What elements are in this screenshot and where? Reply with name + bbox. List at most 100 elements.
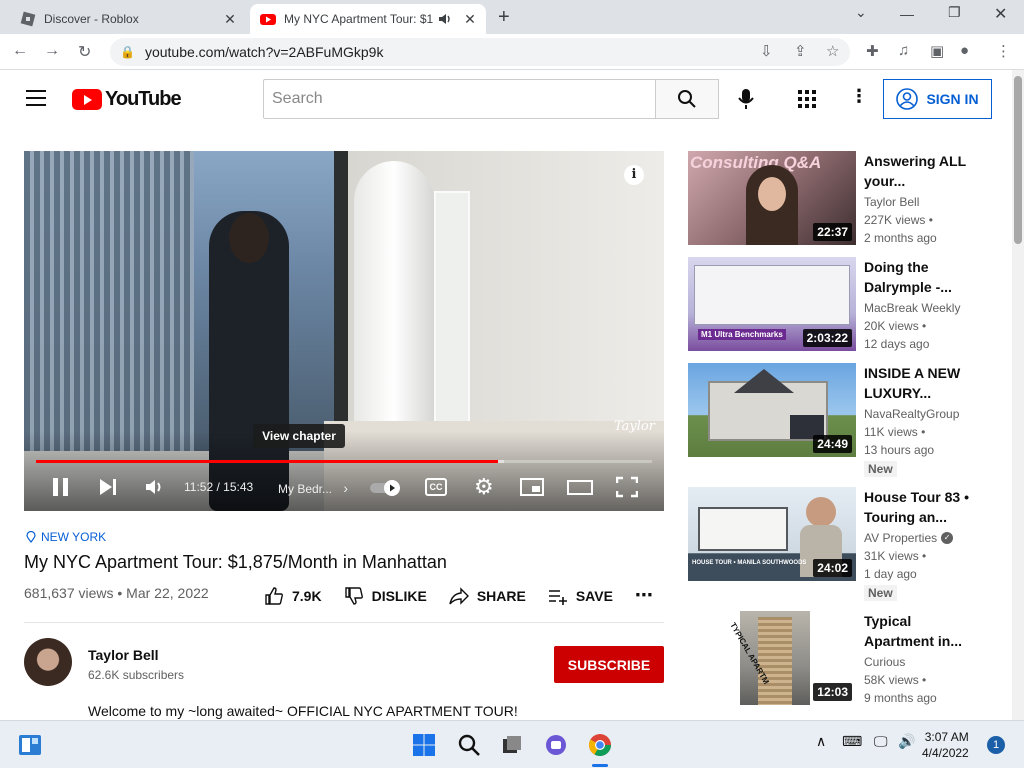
speaker-icon[interactable]: [438, 13, 452, 25]
chevron-right-icon: ›: [343, 480, 349, 496]
more-options-icon[interactable]: ⋮: [850, 86, 868, 107]
task-view-icon[interactable]: [500, 733, 524, 757]
chevron-up-icon[interactable]: ∧: [816, 733, 826, 750]
fullscreen-icon[interactable]: [616, 475, 638, 499]
share-page-icon[interactable]: ⇪: [794, 42, 807, 60]
video-thumbnail[interactable]: M1 Ultra Benchmarks 2:03:22: [688, 257, 856, 351]
share-button[interactable]: SHARE: [449, 586, 526, 606]
video-thumbnail[interactable]: Consulting Q&A 22:37: [688, 151, 856, 245]
close-tab-icon[interactable]: ✕: [220, 11, 240, 28]
divider: [24, 622, 664, 623]
subscribe-button[interactable]: SUBSCRIBE: [554, 646, 664, 683]
widgets-icon[interactable]: [18, 733, 42, 757]
info-icon[interactable]: i: [624, 165, 644, 185]
video-thumbnail[interactable]: 24:49: [688, 363, 856, 457]
sign-in-label: SIGN IN: [926, 91, 979, 107]
system-clock[interactable]: 3:07 AM 4/4/2022: [922, 729, 969, 761]
new-tab-icon[interactable]: +: [498, 6, 510, 29]
apps-grid-icon[interactable]: [798, 90, 816, 108]
channel-name[interactable]: Taylor Bell: [88, 647, 159, 663]
extensions-icon[interactable]: ✚: [866, 42, 879, 60]
restore-icon[interactable]: ❐: [948, 4, 961, 21]
thumbnail-text: M1 Ultra Benchmarks: [698, 329, 786, 340]
close-tab-icon[interactable]: ✕: [460, 11, 480, 28]
video-player[interactable]: i Taylor View chapter 11:52 / 15:43 My B…: [24, 151, 664, 511]
next-video-icon[interactable]: [98, 475, 118, 499]
thumbs-up-icon: [265, 586, 283, 605]
youtube-masthead: YouTube Search ⋮ SIGN IN: [0, 70, 1024, 128]
bookmark-star-icon[interactable]: ☆: [826, 42, 839, 60]
share-label: SHARE: [476, 587, 526, 604]
profile-icon[interactable]: ●: [960, 42, 969, 59]
more-actions-icon[interactable]: ⋯: [635, 585, 653, 606]
recommendation-title: INSIDE A NEW: [864, 365, 961, 381]
media-control-icon[interactable]: ♫: [898, 42, 909, 59]
video-thumbnail[interactable]: HOUSE TOUR • MANILA SOUTHWOODS 24:02: [688, 487, 856, 581]
volume-icon[interactable]: [144, 475, 166, 499]
thumbnail-text: HOUSE TOUR • MANILA SOUTHWOODS: [692, 560, 807, 566]
install-icon[interactable]: ⇩: [760, 42, 773, 60]
browser-menu-icon[interactable]: ⋮: [996, 42, 1011, 60]
video-thumbnail[interactable]: TYPICAL APARTMENT IN 12:03: [688, 611, 856, 705]
network-icon[interactable]: 🖵: [874, 733, 888, 750]
search-button[interactable]: [655, 79, 719, 119]
side-panel-icon[interactable]: ▣: [930, 42, 944, 60]
new-badge: New: [864, 461, 897, 477]
tab-title: Discover - Roblox: [44, 12, 139, 26]
close-window-icon[interactable]: ✕: [994, 4, 1007, 24]
notification-badge[interactable]: 1: [987, 736, 1005, 754]
chat-icon[interactable]: [544, 733, 568, 757]
chrome-icon[interactable]: [588, 733, 612, 757]
share-icon: [449, 586, 469, 605]
reload-icon[interactable]: ↻: [78, 42, 91, 62]
sign-in-button[interactable]: SIGN IN: [883, 79, 992, 119]
recommendation-views: 227K views •: [864, 213, 933, 227]
search-input[interactable]: Search: [263, 79, 656, 119]
duration-badge: 22:37: [813, 223, 852, 241]
forward-icon[interactable]: →: [44, 42, 60, 60]
back-icon[interactable]: ←: [12, 42, 28, 60]
view-count-date: 681,637 views • Mar 22, 2022: [24, 585, 209, 601]
like-button[interactable]: 7.9K: [264, 586, 322, 606]
page-scrollbar[interactable]: [1012, 70, 1024, 720]
scrollbar-thumb[interactable]: [1014, 76, 1022, 244]
theater-mode-icon[interactable]: [567, 475, 593, 499]
search-icon[interactable]: [457, 733, 481, 757]
windows-start-icon[interactable]: [412, 733, 436, 757]
miniplayer-icon[interactable]: [520, 475, 544, 499]
pause-icon[interactable]: [52, 475, 70, 499]
tab-youtube-video[interactable]: My NYC Apartment Tour: $1 ✕: [250, 4, 486, 34]
omnibox[interactable]: 🔒 youtube.com/watch?v=2ABFuMGkp9k: [110, 38, 850, 66]
clock-time: 3:07 AM: [924, 730, 969, 744]
captions-icon[interactable]: CC: [425, 478, 447, 496]
location-link[interactable]: NEW YORK: [26, 530, 664, 544]
dislike-button[interactable]: DISLIKE: [344, 586, 427, 606]
save-button[interactable]: SAVE: [548, 586, 613, 606]
duration-badge: 2:03:22: [802, 329, 852, 347]
keyboard-icon[interactable]: ⌨: [842, 733, 862, 750]
recommendation-views: 31K views •: [864, 549, 927, 563]
duration-badge: 24:02: [813, 559, 852, 577]
video-title: My NYC Apartment Tour: $1,875/Month in M…: [24, 552, 447, 572]
video-description: Welcome to my ~long awaited~ OFFICIAL NY…: [88, 703, 518, 719]
recommendation-title: Typical: [864, 613, 912, 629]
youtube-logo[interactable]: YouTube: [72, 88, 182, 111]
thumbs-down-icon: [344, 586, 363, 605]
location-pin-icon: [26, 531, 36, 543]
hamburger-menu-icon[interactable]: [26, 90, 46, 106]
chapter-title-button[interactable]: My Bedr... ›: [278, 480, 348, 496]
view-chapter-tooltip[interactable]: View chapter: [253, 424, 345, 448]
verified-check-icon: ✓: [941, 532, 954, 544]
microphone-icon[interactable]: [736, 88, 756, 110]
minimize-icon[interactable]: —: [900, 6, 914, 22]
youtube-play-icon: [72, 89, 102, 110]
progress-bar[interactable]: [36, 460, 652, 463]
time-display: 11:52 / 15:43: [184, 480, 254, 494]
autoplay-toggle[interactable]: [368, 475, 404, 499]
tab-search-icon[interactable]: ⌄: [855, 4, 867, 21]
settings-gear-icon[interactable]: ⚙: [474, 474, 494, 499]
volume-tray-icon[interactable]: 🔊: [898, 733, 915, 750]
channel-avatar[interactable]: [24, 638, 72, 686]
lock-icon[interactable]: 🔒: [120, 45, 135, 59]
tab-roblox[interactable]: Discover - Roblox ✕: [8, 4, 246, 34]
